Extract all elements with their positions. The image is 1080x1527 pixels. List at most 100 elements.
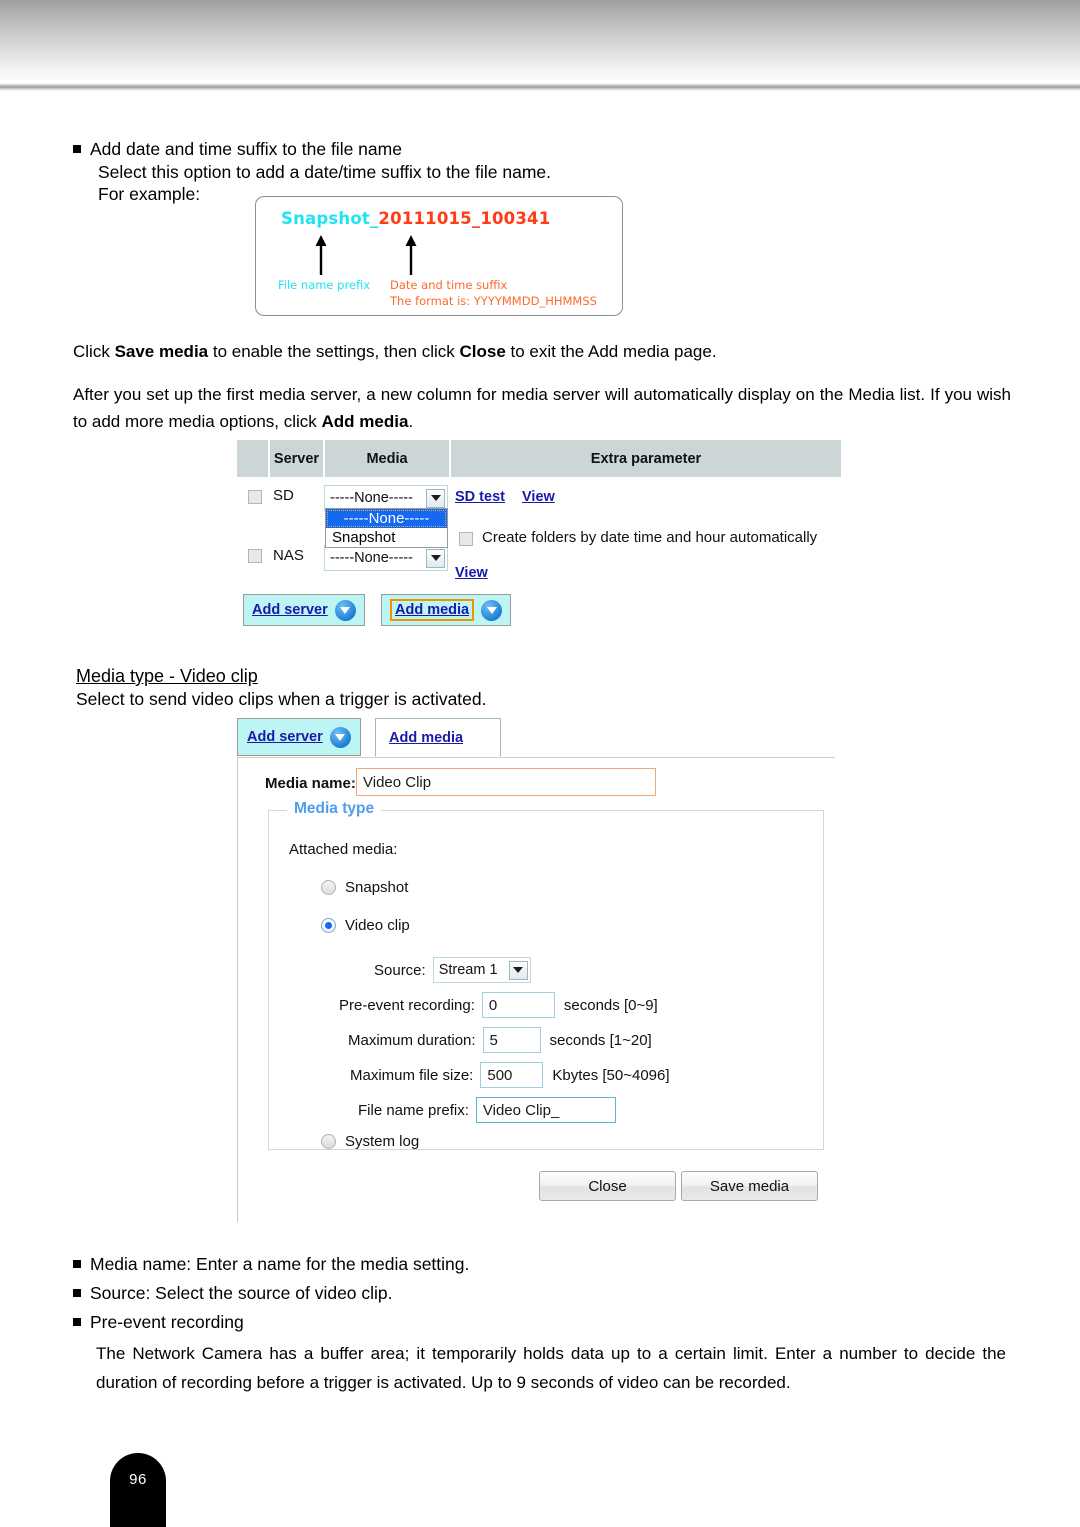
p2-pre: After you set up the first media server,… bbox=[73, 385, 1011, 432]
pre-event-recording-row: Pre-event recording: 0 seconds [0~9] bbox=[339, 992, 658, 1018]
media-table-header-blank bbox=[237, 440, 270, 477]
media-name-input[interactable]: Video Clip bbox=[356, 768, 656, 796]
media-name-label: Media name: bbox=[265, 775, 356, 792]
radio-video-clip-label: Video clip bbox=[345, 917, 410, 934]
checkbox-nas[interactable] bbox=[248, 549, 262, 563]
radio-system-log-icon[interactable] bbox=[321, 1134, 336, 1149]
bullet-add-date-time-suffix: Add date and time suffix to the file nam… bbox=[73, 138, 402, 161]
add-media-label: Add media bbox=[390, 599, 475, 621]
media-type-fieldset: Media type Attached media: Snapshot Vide… bbox=[268, 800, 824, 1150]
media-type-legend: Media type bbox=[287, 800, 382, 818]
close-button[interactable]: Close bbox=[539, 1171, 676, 1201]
source-label: Source: bbox=[374, 961, 426, 979]
panel-tab-strip: Add server Add media bbox=[237, 718, 835, 758]
attached-media-label: Attached media: bbox=[289, 841, 398, 858]
example-label-prefix: File name prefix bbox=[278, 278, 371, 292]
dropdown-option-none[interactable]: -----None----- bbox=[326, 509, 447, 528]
maximum-duration-hint: seconds [1~20] bbox=[549, 1031, 652, 1049]
chevron-down-circle-icon[interactable] bbox=[329, 726, 351, 748]
save-media-button[interactable]: Save media bbox=[681, 1171, 818, 1201]
example-filename: Snapshot_20111015_100341 bbox=[281, 209, 550, 228]
arrow-up-prefix-icon bbox=[315, 235, 327, 275]
radio-row-snapshot[interactable]: Snapshot bbox=[321, 879, 408, 896]
section-c-paragraph: The Network Camera has a buffer area; it… bbox=[96, 1344, 1006, 1393]
dropdown-option-snapshot[interactable]: Snapshot bbox=[326, 528, 447, 547]
bullet-media-name-label: Media name: Enter a name for the media s… bbox=[90, 1254, 470, 1274]
media-table-header-server: Server bbox=[270, 440, 325, 477]
chevron-down-circle-icon[interactable] bbox=[334, 599, 356, 621]
radio-row-video-clip[interactable]: Video clip bbox=[321, 917, 410, 934]
example-filename-suffix: 20111015_100341 bbox=[378, 209, 551, 228]
square-bullet-icon bbox=[73, 145, 81, 153]
add-server-button[interactable]: Add server bbox=[243, 594, 365, 626]
checkbox-create-folders[interactable] bbox=[459, 532, 473, 546]
tab-add-media-label: Add media bbox=[389, 729, 464, 746]
section-b-subtext: Select to send video clips when a trigge… bbox=[76, 689, 487, 709]
square-bullet-icon bbox=[73, 1318, 81, 1326]
section-a-line2: Select this option to add a date/time su… bbox=[98, 162, 552, 182]
row-label-sd: SD bbox=[273, 487, 294, 504]
p1-mid: to enable the settings, then click bbox=[208, 342, 460, 361]
file-name-prefix-row: File name prefix: Video Clip_ bbox=[358, 1097, 616, 1123]
media-select-sd-value: -----None----- bbox=[330, 490, 413, 506]
source-select[interactable]: Stream 1 bbox=[432, 957, 531, 983]
chevron-down-icon[interactable] bbox=[508, 960, 528, 980]
add-server-label: Add server bbox=[252, 602, 328, 618]
media-select-nas[interactable]: -----None----- bbox=[324, 545, 448, 571]
file-name-prefix-input[interactable]: Video Clip_ bbox=[475, 1097, 616, 1123]
section-a-line3: For example: bbox=[98, 184, 201, 204]
maximum-file-size-hint: Kbytes [50~4096] bbox=[552, 1066, 670, 1084]
file-name-prefix-label: File name prefix: bbox=[358, 1101, 469, 1119]
radio-video-clip-icon[interactable] bbox=[321, 918, 336, 933]
radio-row-system-log[interactable]: System log bbox=[321, 1133, 419, 1150]
p2-bold-add-media: Add media bbox=[321, 412, 409, 432]
example-label-suffix: Date and time suffix The format is: YYYY… bbox=[390, 278, 597, 309]
media-select-sd-dropdown[interactable]: -----None----- Snapshot bbox=[325, 508, 448, 548]
bullet-pre-event-recording-label: Pre-event recording bbox=[90, 1312, 244, 1332]
pre-event-recording-input[interactable]: 0 bbox=[481, 992, 555, 1018]
example-filename-box: Snapshot_20111015_100341 File name prefi… bbox=[255, 196, 623, 316]
radio-snapshot-label: Snapshot bbox=[345, 879, 409, 896]
page-number-tab bbox=[110, 1453, 166, 1527]
maximum-duration-label: Maximum duration: bbox=[348, 1031, 476, 1049]
source-row: Source: Stream 1 bbox=[374, 957, 531, 983]
bullet-media-name: Media name: Enter a name for the media s… bbox=[73, 1253, 469, 1276]
p1-bold-close: Close bbox=[459, 342, 506, 361]
chevron-down-circle-icon[interactable] bbox=[481, 599, 503, 621]
page-header-rule bbox=[0, 83, 1080, 91]
heading-media-type-video-clip: Media type - Video clip bbox=[76, 666, 258, 686]
tab-add-server[interactable]: Add server bbox=[237, 718, 361, 756]
p1-bold-save-media: Save media bbox=[114, 342, 209, 361]
link-sd-test[interactable]: SD test bbox=[455, 489, 505, 505]
bullet-pre-event-recording: Pre-event recording bbox=[73, 1311, 244, 1334]
maximum-duration-input[interactable]: 5 bbox=[482, 1027, 541, 1053]
bullet-source: Source: Select the source of video clip. bbox=[73, 1282, 393, 1305]
maximum-file-size-input[interactable]: 500 bbox=[480, 1062, 544, 1088]
add-media-button[interactable]: Add media bbox=[381, 594, 512, 626]
page-header-band bbox=[0, 0, 1080, 83]
radio-snapshot-icon[interactable] bbox=[321, 880, 336, 895]
tab-add-server-label: Add server bbox=[247, 729, 323, 745]
media-table-header-extra: Extra parameter bbox=[451, 440, 841, 477]
bullet-add-date-time-suffix-label: Add date and time suffix to the file nam… bbox=[90, 139, 402, 159]
media-list-table: Server Media Extra parameter bbox=[237, 440, 841, 477]
tab-add-media[interactable]: Add media bbox=[375, 718, 501, 757]
chevron-down-icon[interactable] bbox=[426, 548, 445, 568]
bullet-source-label: Source: Select the source of video clip. bbox=[90, 1283, 393, 1303]
checkbox-sd[interactable] bbox=[248, 490, 262, 504]
pre-event-recording-hint: seconds [0~9] bbox=[563, 996, 658, 1014]
radio-system-log-label: System log bbox=[345, 1133, 420, 1150]
chevron-down-icon[interactable] bbox=[426, 488, 445, 508]
label-create-folders: Create folders by date time and hour aut… bbox=[482, 529, 818, 546]
square-bullet-icon bbox=[73, 1289, 81, 1297]
link-nas-view[interactable]: View bbox=[455, 565, 488, 581]
media-table-header-row: Server Media Extra parameter bbox=[237, 440, 841, 477]
link-sd-view[interactable]: View bbox=[522, 489, 555, 505]
p1-post: to exit the Add media page. bbox=[505, 342, 717, 361]
p2-post: . bbox=[408, 412, 414, 432]
maximum-file-size-label: Maximum file size: bbox=[350, 1066, 474, 1084]
square-bullet-icon bbox=[73, 1260, 81, 1268]
pre-event-recording-label: Pre-event recording: bbox=[339, 996, 475, 1014]
page-number: 96 bbox=[129, 1471, 147, 1488]
media-select-nas-value: -----None----- bbox=[330, 550, 413, 566]
